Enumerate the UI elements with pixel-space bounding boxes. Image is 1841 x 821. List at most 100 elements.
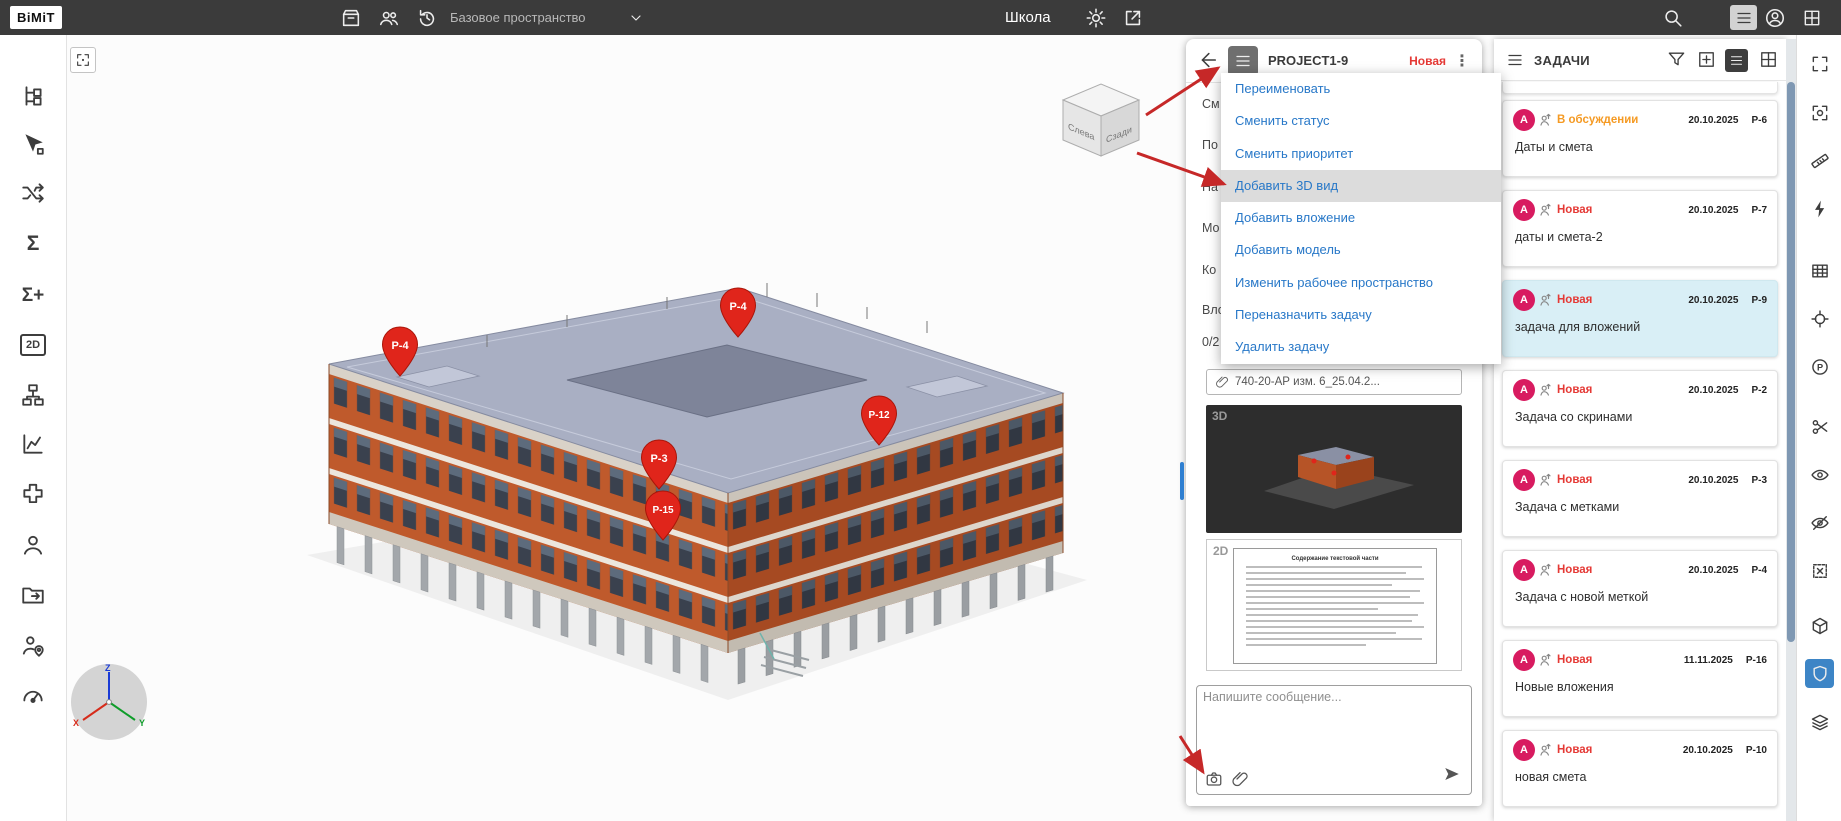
menu-item-change-workspace[interactable]: Изменить рабочее пространство (1221, 267, 1501, 299)
paperclip-icon (1215, 375, 1229, 389)
add-task-icon[interactable] (1697, 50, 1716, 69)
attach-photo-icon[interactable] (1205, 770, 1223, 788)
view-2d-icon[interactable]: 2D (13, 325, 53, 365)
eye-icon[interactable] (1805, 460, 1834, 489)
layers-icon[interactable] (1805, 707, 1834, 736)
field-label: Мо (1202, 221, 1220, 235)
graphs-icon[interactable] (13, 424, 53, 464)
menu-item-add-attachment[interactable]: Добавить вложение (1221, 202, 1501, 234)
attachment-item[interactable]: 740-20-АР изм. 6_25.04.2... (1206, 369, 1462, 395)
user-icon[interactable] (13, 525, 53, 565)
share-icon[interactable] (1122, 5, 1144, 30)
field-label: См (1202, 97, 1220, 111)
scrolled-card-edge (1502, 82, 1778, 94)
menu-item-rename[interactable]: Переименовать (1221, 73, 1501, 105)
menu-item-delete-task[interactable]: Удалить задачу (1221, 331, 1501, 363)
avatar: А (1513, 469, 1535, 491)
send-message-icon[interactable] (1443, 765, 1461, 788)
task-context-menu: Переименовать Сменить статус Сменить при… (1221, 73, 1501, 364)
avatar: А (1513, 649, 1535, 671)
tasks-menu-icon[interactable] (1506, 51, 1524, 69)
settings-gear-icon[interactable] (1085, 5, 1107, 30)
pin-r3[interactable]: Р-3 (640, 439, 678, 491)
save-model-icon[interactable] (340, 5, 362, 30)
svg-text:X: X (73, 718, 79, 728)
pin-r4-b[interactable]: Р-4 (719, 287, 757, 339)
task-card[interactable]: А Новая 20.10.2025 Р-3 Задача с метками (1502, 460, 1778, 537)
capture-region-icon[interactable] (1805, 98, 1834, 127)
svg-text:P: P (1816, 362, 1822, 372)
tasks-panel: ЗАДАЧИ А В обсуждении 20.10.2025 Р-6 Дат… (1494, 39, 1786, 821)
preview-2d[interactable]: 2D Содержание текстовой части (1206, 539, 1462, 671)
menu-item-change-priority[interactable]: Сменить приоритет (1221, 138, 1501, 170)
navigation-cube[interactable]: Слева Сзади (1053, 78, 1149, 164)
fit-screen-icon[interactable] (1805, 49, 1834, 78)
shared-folder-icon[interactable] (13, 575, 53, 615)
svg-text:Y: Y (139, 718, 145, 728)
pin-r4-a[interactable]: Р-4 (381, 326, 419, 378)
task-card-selected[interactable]: А Новая 20.10.2025 Р-9 задача для вложен… (1502, 280, 1778, 357)
dashboard-gauge-icon[interactable] (13, 675, 53, 715)
axis-gizmo[interactable]: Z X Y (69, 662, 149, 742)
pin-r12[interactable]: Р-12 (860, 395, 898, 447)
filter-icon[interactable] (1667, 50, 1686, 69)
task-date: 11.11.2025 (1684, 655, 1733, 666)
menu-item-add-3d-view[interactable]: Добавить 3D вид (1221, 170, 1501, 202)
task-menu-button[interactable] (1228, 46, 1258, 76)
avatar: А (1513, 289, 1535, 311)
ruler-icon[interactable] (1805, 146, 1834, 175)
deselect-icon[interactable] (1805, 556, 1834, 585)
status-badge: Новая (1557, 474, 1592, 486)
workspace-dropdown[interactable]: Базовое пространство (450, 5, 586, 30)
model-viewport[interactable] (67, 35, 1180, 821)
apps-grid-icon[interactable] (1802, 5, 1822, 30)
chevron-down-icon[interactable] (628, 5, 644, 30)
locate-target-icon[interactable] (1805, 304, 1834, 333)
task-card[interactable]: А Новая 20.10.2025 Р-2 Задача со скринам… (1502, 370, 1778, 447)
view-cards-toggle[interactable] (1725, 49, 1748, 72)
menu-item-change-status[interactable]: Сменить статус (1221, 105, 1501, 137)
profile-icon[interactable] (1764, 5, 1786, 30)
attach-file-icon[interactable] (1231, 770, 1249, 788)
section-cut-icon[interactable] (1805, 412, 1834, 441)
plugins-icon[interactable] (13, 474, 53, 514)
history-icon[interactable] (416, 5, 438, 30)
tasks-scrollbar-thumb[interactable] (1787, 82, 1795, 642)
task-card[interactable]: А Новая 20.10.2025 Р-4 Задача с новой ме… (1502, 550, 1778, 627)
status-badge: Новая (1557, 384, 1592, 396)
sum-plus-icon[interactable]: Σ+ (13, 276, 53, 316)
connections-icon[interactable] (13, 173, 53, 213)
menu-item-reassign-task[interactable]: Переназначить задачу (1221, 299, 1501, 331)
sum-icon[interactable]: Σ (13, 224, 53, 264)
cube-icon[interactable] (1805, 611, 1834, 640)
task-card[interactable]: А Новая 11.11.2025 Р-16 Новые вложения (1502, 640, 1778, 717)
flash-icon[interactable] (1805, 194, 1834, 223)
shield-icon[interactable] (1805, 659, 1834, 688)
status-badge: В обсуждении (1557, 114, 1638, 126)
user-location-icon[interactable] (13, 626, 53, 666)
priority-icon (1540, 293, 1552, 307)
task-card[interactable]: А В обсуждении 20.10.2025 Р-6 Даты и сме… (1502, 100, 1778, 177)
select-pointer-icon[interactable] (13, 124, 53, 164)
task-card[interactable]: А Новая 20.10.2025 Р-10 новая смета (1502, 730, 1778, 807)
task-card[interactable]: А Новая 20.10.2025 Р-7 даты и смета-2 (1502, 190, 1778, 267)
clash-p-icon[interactable]: P (1805, 352, 1834, 381)
fit-view-button[interactable] (70, 47, 96, 73)
app-logo[interactable]: BiMiT (10, 6, 62, 29)
menu-item-add-model[interactable]: Добавить модель (1221, 234, 1501, 266)
search-icon[interactable] (1662, 5, 1684, 30)
structure-icon[interactable] (13, 375, 53, 415)
message-input[interactable] (1203, 690, 1465, 762)
view-list-toggle[interactable] (1730, 5, 1757, 30)
pin-r15[interactable]: Р-15 (644, 490, 682, 542)
view-table-toggle[interactable] (1759, 50, 1778, 69)
team-icon[interactable] (378, 5, 400, 30)
table-icon[interactable] (1805, 256, 1834, 285)
eye-off-icon[interactable] (1805, 508, 1834, 537)
preview-3d[interactable]: 3D (1206, 405, 1462, 533)
task-date: 20.10.2025 (1688, 205, 1738, 216)
panel-resize-handle[interactable] (1180, 462, 1184, 500)
model-tree-icon[interactable] (13, 77, 53, 117)
kebab-menu-icon[interactable]: ⋮ (1454, 51, 1470, 71)
back-button[interactable] (1196, 49, 1218, 71)
